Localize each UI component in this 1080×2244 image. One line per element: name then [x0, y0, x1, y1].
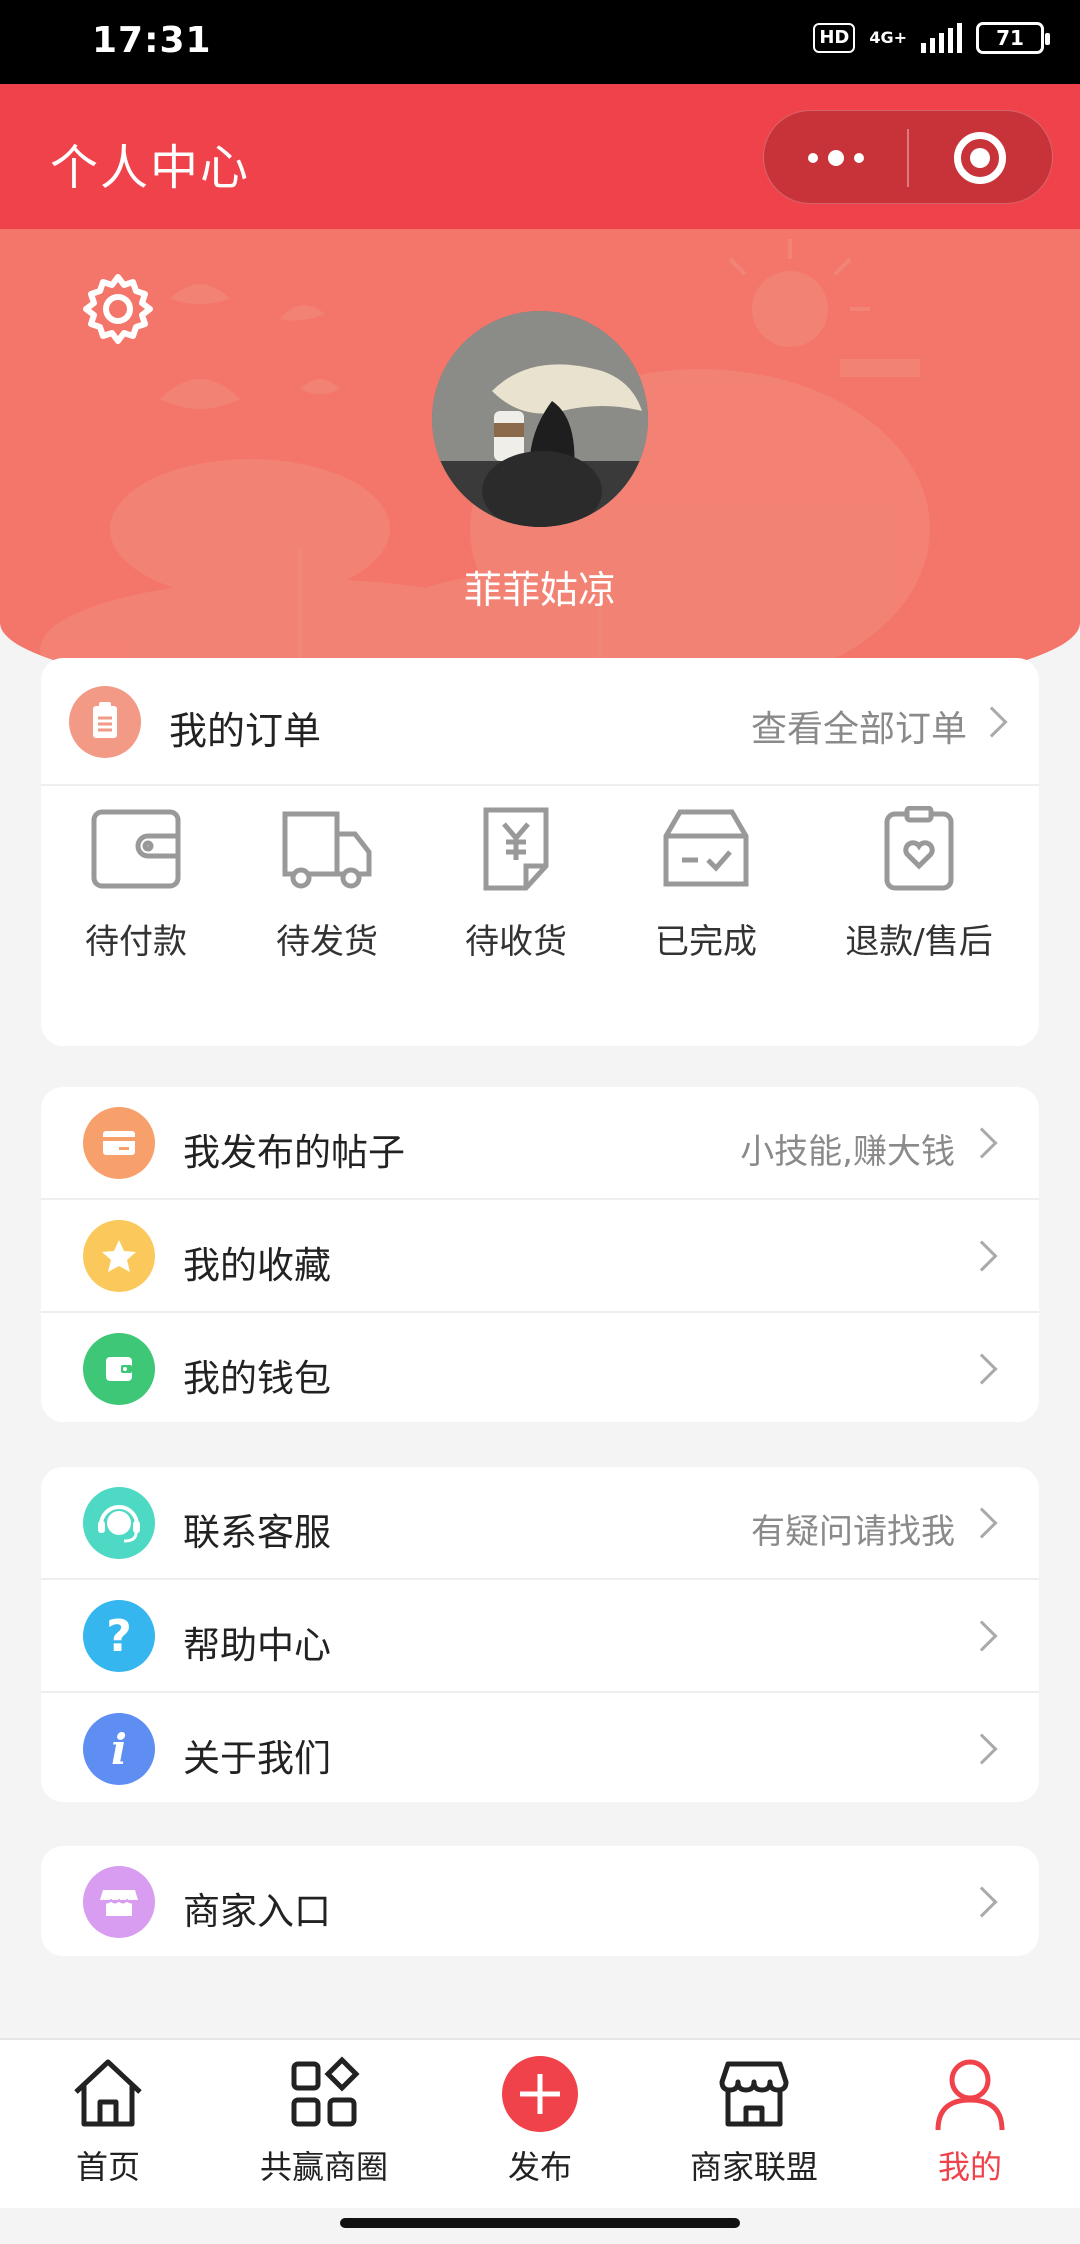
plus-circle-icon [502, 2056, 578, 2132]
order-status-label: 待发货 [276, 922, 378, 962]
menu-item-label: 我发布的帖子 [183, 1131, 405, 1174]
card-icon [83, 1107, 155, 1179]
avatar-photo [432, 311, 648, 527]
menu-item-customer-service[interactable]: 联系客服 有疑问请找我 [41, 1467, 1039, 1580]
menu-item-label: 帮助中心 [183, 1624, 331, 1667]
clipboard-heart-icon [884, 806, 954, 891]
tab-mine[interactable]: 我的 [880, 2054, 1060, 2188]
wallet-icon [91, 809, 181, 889]
network-type: 4G+ [869, 28, 907, 47]
wallet-icon [83, 1333, 155, 1405]
home-indicator [340, 2218, 740, 2228]
tab-merchant-alliance[interactable]: 商家联盟 [664, 2054, 844, 2188]
menu-item-label: 我的收藏 [183, 1244, 331, 1287]
avatar[interactable] [432, 311, 648, 527]
menu-group-2: 联系客服 有疑问请找我 ? 帮助中心 i 关于我们 [41, 1467, 1039, 1802]
home-icon [74, 2059, 142, 2127]
order-status-label: 待付款 [85, 922, 187, 962]
menu-item-about-us[interactable]: i 关于我们 [41, 1693, 1039, 1802]
app-header: 个人中心 [0, 84, 1080, 229]
chevron-right-icon [966, 1240, 998, 1272]
menu-item-label: 商家入口 [183, 1890, 331, 1933]
menu-item-label: 我的钱包 [183, 1357, 331, 1400]
tab-label: 首页 [75, 2148, 140, 2186]
page-title: 个人中心 [50, 140, 251, 196]
menu-item-merchant-entry[interactable]: 商家入口 [41, 1846, 1039, 1956]
order-status-pending-payment[interactable]: 待付款 [41, 806, 231, 963]
order-status-completed[interactable]: 已完成 [611, 806, 801, 963]
miniprogram-capsule [763, 110, 1053, 204]
question-icon: ? [83, 1600, 155, 1672]
order-status-pending-shipment[interactable]: 待发货 [232, 806, 422, 963]
order-status-label: 退款/售后 [845, 922, 993, 962]
tab-label: 发布 [507, 2148, 572, 2186]
chevron-right-icon [966, 1733, 998, 1765]
tab-home[interactable]: 首页 [18, 2054, 198, 2188]
menu-item-hint: 有疑问请找我 [751, 1512, 955, 1552]
profile-banner: 菲菲姑凉 [0, 229, 1080, 709]
menu-item-label: 关于我们 [183, 1737, 331, 1780]
username: 菲菲姑凉 [463, 568, 616, 612]
menu-item-label: 联系客服 [183, 1511, 331, 1554]
order-status-label: 待收货 [465, 922, 567, 962]
more-menu-button[interactable] [764, 111, 907, 205]
menu-item-favorites[interactable]: 我的收藏 [41, 1200, 1039, 1313]
headset-icon [83, 1487, 155, 1559]
grid-apps-icon [291, 2056, 360, 2127]
close-miniprogram-button[interactable] [954, 132, 1006, 184]
bottom-tab-bar: 首页 共赢商圈 发布 商家联盟 我的 [0, 2038, 1080, 2208]
menu-item-my-posts[interactable]: 我发布的帖子 小技能,赚大钱 [41, 1087, 1039, 1200]
signal-icon [921, 23, 962, 53]
chevron-right-icon [966, 1353, 998, 1385]
orders-card: 我的订单 查看全部订单 待付款 待发货 待收货 已完成 退款/售后 [41, 658, 1039, 1046]
chevron-right-icon [976, 706, 1008, 738]
battery-icon: 71 [976, 22, 1050, 54]
box-check-icon [663, 809, 749, 887]
order-status-refund[interactable]: 退款/售后 [819, 806, 1019, 963]
tab-publish[interactable]: 发布 [450, 2054, 630, 2188]
order-status-pending-receipt[interactable]: 待收货 [421, 806, 611, 963]
settings-gear-icon[interactable] [78, 269, 158, 349]
menu-item-help-center[interactable]: ? 帮助中心 [41, 1580, 1039, 1693]
status-time: 17:31 [92, 20, 212, 61]
hd-icon: HD [813, 23, 856, 53]
chevron-right-icon [966, 1620, 998, 1652]
menu-item-wallet[interactable]: 我的钱包 [41, 1313, 1039, 1422]
star-icon [83, 1220, 155, 1292]
status-bar: 17:31 HD 4G+ 71 [0, 0, 1080, 84]
tab-business-circle[interactable]: 共赢商圈 [234, 2054, 414, 2188]
info-icon: i [83, 1713, 155, 1785]
shop-icon [719, 2061, 789, 2127]
receipt-yen-icon [483, 807, 549, 891]
battery-level: 71 [996, 26, 1024, 50]
tab-label: 商家联盟 [689, 2148, 818, 2186]
tab-label: 共赢商圈 [259, 2148, 388, 2186]
orders-header[interactable]: 我的订单 查看全部订单 [41, 658, 1039, 786]
chevron-right-icon [966, 1127, 998, 1159]
orders-title: 我的订单 [169, 709, 322, 753]
menu-group-3: 商家入口 [41, 1846, 1039, 1956]
status-indicators: HD 4G+ 71 [813, 22, 1050, 54]
menu-item-hint: 小技能,赚大钱 [740, 1132, 955, 1172]
truck-icon [282, 811, 372, 889]
tab-label: 我的 [937, 2148, 1002, 2186]
menu-group-1: 我发布的帖子 小技能,赚大钱 我的收藏 我的钱包 [41, 1087, 1039, 1422]
order-status-label: 已完成 [655, 922, 757, 962]
user-icon [935, 2059, 1005, 2131]
store-icon [83, 1866, 155, 1938]
capsule-divider [907, 129, 909, 187]
chevron-right-icon [966, 1507, 998, 1539]
chevron-right-icon [966, 1886, 998, 1918]
clipboard-icon [69, 686, 141, 758]
view-all-orders-link[interactable]: 查看全部订单 [751, 700, 967, 752]
